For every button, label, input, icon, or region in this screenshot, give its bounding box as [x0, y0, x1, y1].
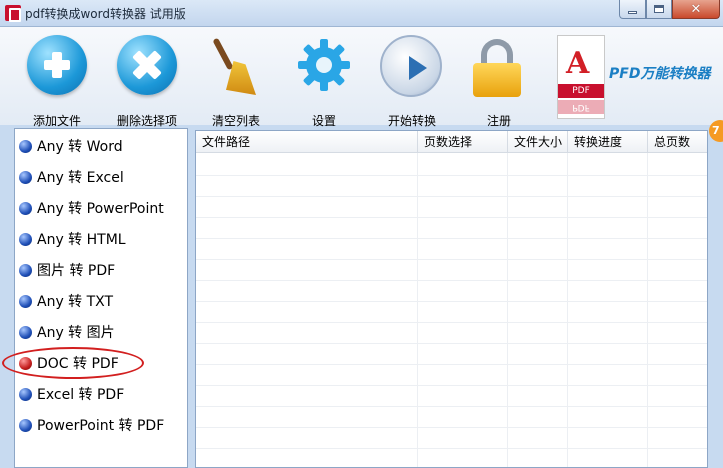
- minimize-icon: [628, 10, 637, 14]
- toolbar: 添加文件 删除选择项 清空列表 设置 开始转换 注册 A PDF PDF PFD…: [0, 27, 723, 128]
- column-header-progress[interactable]: 转换进度: [568, 131, 648, 153]
- nav-item-label: Excel 转 PDF: [37, 387, 125, 403]
- nav-item-image-to-pdf[interactable]: 图片 转 PDF: [15, 258, 187, 282]
- nav-item-any-to-excel[interactable]: Any 转 Excel: [15, 165, 187, 189]
- lock-icon: [451, 35, 547, 99]
- radio-dot-icon: [19, 325, 32, 339]
- nav-item-excel-to-pdf[interactable]: Excel 转 PDF: [15, 382, 187, 406]
- minimize-button[interactable]: [619, 0, 646, 19]
- nav-item-label: Any 转 Excel: [37, 170, 124, 186]
- brand-logo: A PDF PDF PFD万能转换器: [553, 35, 723, 125]
- close-icon: ✕: [690, 1, 702, 17]
- settings-button[interactable]: 设置: [276, 35, 372, 128]
- nav-item-label: Any 转 Word: [37, 139, 123, 155]
- file-list-table[interactable]: 文件路径 页数选择 文件大小 转换进度 总页数: [195, 130, 708, 468]
- remove-selected-label: 删除选择项: [116, 114, 177, 128]
- register-button[interactable]: 注册: [451, 35, 547, 128]
- column-header-total-pages[interactable]: 总页数: [648, 131, 707, 153]
- nav-item-any-to-txt[interactable]: Any 转 TXT: [15, 289, 187, 313]
- nav-item-any-to-image[interactable]: Any 转 图片: [15, 320, 187, 344]
- add-file-label: 添加文件: [32, 114, 81, 128]
- gear-icon: [298, 39, 350, 91]
- register-label: 注册: [486, 114, 511, 128]
- broom-icon: [206, 35, 266, 97]
- x-circle-icon: [117, 35, 177, 95]
- nav-item-powerpoint-to-pdf[interactable]: PowerPoint 转 PDF: [15, 413, 187, 437]
- nav-item-label: PowerPoint 转 PDF: [37, 418, 165, 434]
- radio-dot-icon: [19, 232, 32, 246]
- maximize-icon: [654, 5, 664, 13]
- nav-item-label: Any 转 图片: [37, 325, 115, 341]
- clear-list-button[interactable]: 清空列表: [188, 35, 284, 128]
- conversion-type-panel: Any 转 Word Any 转 Excel Any 转 PowerPoint …: [14, 128, 188, 468]
- nav-item-label: Any 转 HTML: [37, 232, 126, 248]
- window-title: pdf转换成word转换器 试用版: [25, 7, 186, 21]
- notification-badge[interactable]: 7: [709, 120, 723, 142]
- pdf-logo-icon: A PDF PDF: [557, 35, 605, 119]
- maximize-button[interactable]: [646, 0, 672, 19]
- nav-item-any-to-powerpoint[interactable]: Any 转 PowerPoint: [15, 196, 187, 220]
- radio-dot-icon: [19, 294, 32, 308]
- column-header-file-size[interactable]: 文件大小: [508, 131, 568, 153]
- column-header-page-select[interactable]: 页数选择: [418, 131, 508, 153]
- radio-dot-icon: [19, 387, 32, 401]
- radio-dot-icon: [19, 201, 32, 215]
- title-bar: pdf转换成word转换器 试用版 ✕: [0, 0, 723, 27]
- brand-name: PFD万能转换器: [609, 66, 711, 82]
- start-convert-button[interactable]: 开始转换: [364, 35, 460, 128]
- start-convert-label: 开始转换: [387, 114, 436, 128]
- nav-item-label: Any 转 PowerPoint: [37, 201, 164, 217]
- nav-item-any-to-word[interactable]: Any 转 Word: [15, 134, 187, 158]
- radio-dot-icon: [19, 170, 32, 184]
- plus-circle-icon: [27, 35, 87, 95]
- radio-dot-icon: [19, 263, 32, 277]
- highlight-ellipse: [2, 347, 144, 379]
- close-button[interactable]: ✕: [672, 0, 720, 19]
- nav-item-any-to-html[interactable]: Any 转 HTML: [15, 227, 187, 251]
- radio-dot-icon: [19, 418, 32, 432]
- table-header: 文件路径 页数选择 文件大小 转换进度 总页数: [196, 131, 707, 153]
- nav-item-label: 图片 转 PDF: [37, 263, 116, 279]
- column-header-file-path[interactable]: 文件路径: [196, 131, 418, 153]
- app-icon: [5, 5, 21, 22]
- nav-item-label: Any 转 TXT: [37, 294, 114, 310]
- play-icon: [380, 35, 442, 97]
- radio-dot-icon: [19, 139, 32, 153]
- clear-list-label: 清空列表: [211, 114, 260, 128]
- settings-label: 设置: [311, 114, 336, 128]
- remove-selected-button[interactable]: 删除选择项: [99, 35, 195, 128]
- add-file-button[interactable]: 添加文件: [9, 35, 105, 128]
